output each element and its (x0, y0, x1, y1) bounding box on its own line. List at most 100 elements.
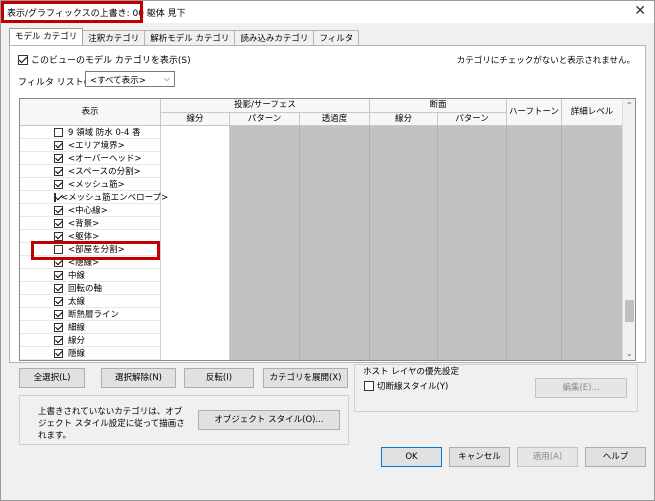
cut-patterns-column (438, 126, 507, 360)
apply-button[interactable]: 適用(A) (517, 447, 578, 467)
tab-imported-categories[interactable]: 読み込みカテゴリ (234, 30, 315, 45)
category-visibility-checkbox[interactable] (54, 309, 63, 319)
category-label: 細線 (68, 323, 86, 333)
header-detail-level: 詳細レベル (562, 99, 623, 126)
invert-button[interactable]: 反転(I) (184, 368, 254, 388)
close-icon[interactable]: ✕ (634, 3, 646, 19)
category-visibility-checkbox[interactable] (54, 192, 56, 202)
header-halftone: ハーフトーン (507, 99, 562, 126)
category-label: 9 領域 防水 0-4 香 (68, 128, 141, 138)
category-row[interactable]: 回転の軸 (20, 282, 160, 295)
scroll-down-icon[interactable]: ⌄ (626, 349, 633, 358)
header-projection-lines: 線分 (161, 113, 230, 126)
tab-annotation-categories[interactable]: 注釈カテゴリ (82, 30, 146, 45)
category-row[interactable]: 太線 (20, 295, 160, 308)
cut-lines-column (370, 126, 438, 360)
category-row[interactable]: <背景> (20, 217, 160, 230)
category-row[interactable]: <オーバーヘッド> (20, 152, 160, 165)
category-grid: 表示 投影/サーフェス 線分 パターン 透過度 断面 線分 パターン ハーフトー… (19, 98, 636, 361)
projection-transparency-column (300, 126, 370, 360)
header-projection-patterns: パターン (230, 113, 300, 126)
category-visibility-checkbox[interactable] (54, 270, 63, 280)
tab-analytical-model-categories[interactable]: 解析モデル カテゴリ (144, 30, 236, 45)
cancel-button[interactable]: キャンセル (449, 447, 510, 467)
category-visibility-checkbox[interactable] (54, 140, 63, 150)
unchecked-hidden-note: カテゴリにチェックがないと表示されません。 (456, 56, 635, 66)
detail-level-column (562, 126, 623, 360)
expand-categories-button[interactable]: カテゴリを展開(X) (263, 368, 348, 388)
scroll-up-icon[interactable]: ⌃ (626, 101, 633, 110)
row-highlight-annotation (31, 241, 160, 260)
category-visibility-checkbox[interactable] (54, 127, 63, 137)
category-row[interactable]: 細線 (20, 321, 160, 334)
category-label: <メッシュ筋> (68, 180, 125, 190)
tab-strip: モデル カテゴリ 注釈カテゴリ 解析モデル カテゴリ 読み込みカテゴリ フィルタ (9, 28, 360, 46)
filter-list-dropdown[interactable]: <すべて表示> ⌵ (85, 71, 175, 87)
header-cut: 断面 (370, 99, 507, 113)
header-cut-lines: 線分 (370, 113, 438, 126)
cut-line-styles-label: 切断線スタイル(Y) (377, 382, 449, 392)
halftone-column (507, 126, 562, 360)
category-label: <背景> (68, 219, 100, 229)
category-label: 回転の軸 (68, 284, 103, 294)
header-projection-surface: 投影/サーフェス (161, 99, 370, 113)
category-visibility-checkbox[interactable] (54, 231, 63, 241)
category-visibility-checkbox[interactable] (54, 335, 63, 345)
category-row[interactable]: 9 領域 防水 0-4 香 (20, 126, 160, 139)
cut-line-styles-row[interactable]: 切断線スタイル(Y) (364, 380, 448, 392)
header-visibility[interactable]: 表示 (20, 99, 161, 126)
category-row[interactable]: 隠線 (20, 347, 160, 360)
category-label: <オーバーヘッド> (68, 154, 142, 164)
object-styles-info: 上書きされていないカテゴリは、オブジェクト スタイル設定に従って描画されます。 (38, 407, 185, 441)
edit-button[interactable]: 編集(E)... (535, 378, 627, 398)
category-visibility-checkbox[interactable] (54, 296, 63, 306)
visibility-graphics-dialog: 表示/グラフィックスの上書き: 00 躯体 見下 ✕ モデル カテゴリ 注釈カテ… (0, 0, 655, 501)
scroll-thumb[interactable] (625, 300, 634, 322)
category-visibility-checkbox[interactable] (54, 348, 63, 358)
category-visibility-checkbox[interactable] (54, 205, 63, 215)
show-model-categories-row[interactable]: このビューのモデル カテゴリを表示(S) (18, 53, 191, 66)
cut-line-styles-checkbox[interactable] (364, 381, 374, 391)
filter-list-value: <すべて表示> (90, 76, 146, 86)
category-label: 線分 (68, 336, 86, 346)
title-highlight-annotation (1, 1, 143, 23)
category-visibility-checkbox[interactable] (54, 153, 63, 163)
show-model-categories-checkbox[interactable] (18, 54, 28, 65)
category-row[interactable]: 中線 (20, 269, 160, 282)
category-row[interactable]: 線分 (20, 334, 160, 347)
category-label: 断熱層ライン (68, 310, 120, 320)
category-label: <メッシュ筋エンベロープ> (61, 193, 169, 203)
category-row[interactable]: <メッシュ筋> (20, 178, 160, 191)
tab-filters[interactable]: フィルタ (313, 30, 360, 45)
category-visibility-checkbox[interactable] (54, 283, 63, 293)
help-button[interactable]: ヘルプ (585, 447, 646, 467)
category-label: <中心線> (68, 206, 108, 216)
category-visibility-checkbox[interactable] (54, 179, 63, 189)
category-label: <エリア境界> (68, 141, 125, 151)
select-all-button[interactable]: 全選択(L) (19, 368, 85, 388)
projection-lines-column (161, 126, 230, 360)
category-visibility-checkbox[interactable] (54, 218, 63, 228)
object-styles-button[interactable]: オブジェクト スタイル(O)... (198, 410, 340, 430)
category-row[interactable]: <中心線> (20, 204, 160, 217)
category-row[interactable]: 断熱層ライン (20, 308, 160, 321)
category-row[interactable]: <メッシュ筋エンベロープ> (20, 191, 168, 204)
category-row[interactable]: <スペースの分割> (20, 165, 160, 178)
category-visibility-checkbox[interactable] (54, 322, 63, 332)
category-label: 太線 (68, 297, 86, 307)
category-visibility-checkbox[interactable] (54, 166, 63, 176)
category-label: 中線 (68, 271, 86, 281)
category-label: <スペースの分割> (68, 167, 141, 177)
host-layer-title: ホスト レイヤの優先設定 (361, 365, 461, 377)
header-projection-transparency: 透過度 (300, 113, 370, 126)
header-cut-patterns: パターン (438, 113, 507, 126)
category-row[interactable]: <エリア境界> (20, 139, 160, 152)
show-model-categories-label: このビューのモデル カテゴリを表示(S) (31, 56, 191, 66)
tab-model-categories[interactable]: モデル カテゴリ (9, 28, 84, 45)
deselect-all-button[interactable]: 選択解除(N) (101, 368, 176, 388)
grid-vertical-scrollbar[interactable]: ⌃ ⌄ (622, 99, 635, 360)
ok-button[interactable]: OK (381, 447, 442, 467)
chevron-down-icon: ⌵ (163, 74, 170, 83)
projection-patterns-column (230, 126, 300, 360)
category-label: 隠線 (68, 349, 86, 359)
